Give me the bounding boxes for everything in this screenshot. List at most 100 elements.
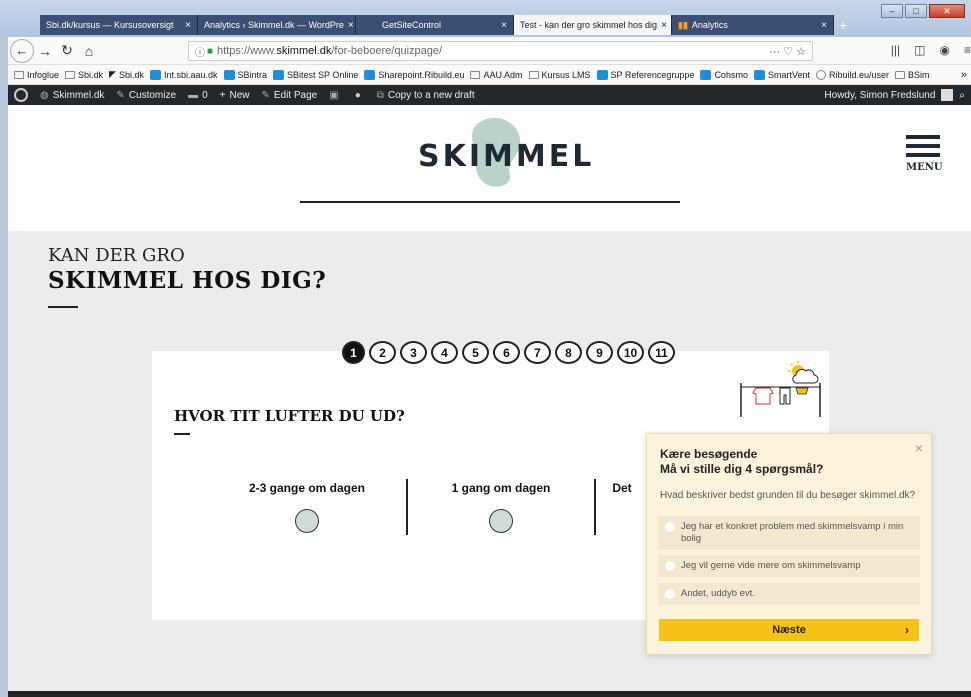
close-icon[interactable]: × <box>817 20 827 31</box>
quiz-step-indicator: 1 2 3 4 5 6 7 8 9 10 11 <box>342 341 675 364</box>
new-tab-button[interactable]: + <box>834 15 852 35</box>
info-icon[interactable]: ⓘ <box>195 44 205 59</box>
quiz-step[interactable]: 6 <box>493 341 520 364</box>
close-icon[interactable]: × <box>344 20 354 31</box>
wp-customize-link[interactable]: ✎ Customize <box>116 90 176 101</box>
answer-option[interactable]: Det <box>592 481 652 495</box>
url-bar[interactable]: ⓘ ■ https://www. skimmel.dk /for-beboere… <box>188 41 813 61</box>
bookmark-item[interactable]: Kursus LMS <box>528 70 591 80</box>
bookmark-item[interactable]: ◤ Sbi.dk <box>109 69 144 80</box>
survey-popup: × Kære besøgende Må vi stille dig 4 spør… <box>646 433 932 655</box>
minimize-button[interactable]: – <box>881 4 903 18</box>
hamburger-bar <box>906 153 940 157</box>
sbi-logo-icon: ◤ <box>109 69 116 79</box>
quiz-step[interactable]: 3 <box>400 341 427 364</box>
popup-question: Hvad beskriver bedst grunden til du besø… <box>660 490 916 501</box>
close-icon[interactable]: × <box>657 20 667 31</box>
hamburger-menu-icon[interactable]: ≡ <box>964 43 971 57</box>
avatar <box>941 89 954 101</box>
bookmark-item[interactable]: Infoglue <box>14 70 59 80</box>
answer-label: 2-3 gange om dagen <box>248 481 366 495</box>
bookmark-item[interactable]: SBintra <box>223 69 267 80</box>
popup-greeting: Kære besøgende Må vi stille dig 4 spørgs… <box>660 447 823 477</box>
wp-new-link[interactable]: + New <box>220 90 250 101</box>
site-logo[interactable]: SKIMMEL <box>418 139 594 174</box>
bookmark-item[interactable]: BSim <box>895 70 930 80</box>
window-close-button[interactable]: ✕ <box>929 4 965 18</box>
maximize-button[interactable]: □ <box>905 4 927 18</box>
brush-icon: ✎ <box>116 89 125 101</box>
wp-account[interactable]: Howdy, Simon Fredslund ⌕ <box>824 89 965 101</box>
page-kicker: KAN DER GRO <box>48 245 185 266</box>
sharepoint-icon <box>700 69 712 80</box>
quiz-step[interactable]: 5 <box>462 341 489 364</box>
sidebar-icon[interactable]: ◫ <box>914 43 925 57</box>
reload-icon[interactable]: ↻ <box>56 42 78 59</box>
tab-analytics[interactable]: ▮▮ Analytics × <box>672 15 834 35</box>
folder-icon <box>65 70 76 79</box>
close-icon[interactable]: × <box>181 20 191 31</box>
analytics-icon: ▮▮ <box>678 19 688 30</box>
quiz-step[interactable]: 9 <box>586 341 613 364</box>
popup-option[interactable]: Jeg har et konkret problem med skimmelsv… <box>658 516 920 550</box>
url-host: skimmel.dk <box>276 45 332 57</box>
wp-plugin-icon[interactable]: ▣ <box>329 90 342 101</box>
page-actions-icon[interactable]: ··· ♡ ☆ <box>769 45 806 58</box>
menu-button[interactable]: MENU <box>906 135 943 175</box>
quiz-step[interactable]: 8 <box>555 341 582 364</box>
bookmark-item[interactable]: Cohsmo <box>700 69 748 80</box>
wp-copy-draft-link[interactable]: ⧉ Copy to a new draft <box>377 90 475 101</box>
bookmark-item[interactable]: AAU Adm <box>470 70 523 80</box>
answer-option[interactable]: 2-3 gange om dagen <box>222 481 392 533</box>
wp-site-link[interactable]: ◍ Skimmel.dk <box>40 90 104 101</box>
back-arrow-icon[interactable]: ← <box>10 38 34 63</box>
bookmark-item[interactable]: SP Referencegruppe <box>596 69 694 80</box>
dot-icon: ● <box>354 89 361 101</box>
wp-edit-page-link[interactable]: ✎ Edit Page <box>261 90 317 101</box>
quiz-step[interactable]: 10 <box>617 341 644 364</box>
answer-radio[interactable] <box>489 509 513 533</box>
hamburger-menu-icon <box>906 135 940 139</box>
extension-icon[interactable]: ◉ <box>940 43 950 57</box>
url-prefix: https://www. <box>217 45 277 57</box>
bookmark-item[interactable]: SBitest SP Online <box>273 69 358 80</box>
laundry-weather-icon <box>740 361 821 417</box>
wp-comments-link[interactable]: ▬ 0 <box>188 90 208 101</box>
footer-strip <box>8 691 971 697</box>
bookmark-item[interactable]: Sbi.dk <box>65 70 103 80</box>
tab-sbi-kursus[interactable]: Sbi.dk/kursus — Kursusoversigt × <box>40 15 198 35</box>
forward-arrow-icon[interactable]: → <box>34 43 56 59</box>
wordpress-logo-icon[interactable] <box>14 88 28 102</box>
close-icon[interactable]: × <box>915 440 923 456</box>
popup-option[interactable]: Jeg vil gerne vide mere om skimmelsvamp <box>658 555 920 577</box>
tab-getsitecontrol[interactable]: GetSiteControl × <box>356 15 514 35</box>
bookmark-item[interactable]: SmartVent <box>753 69 810 80</box>
browser-titlebar: Sbi.dk/kursus — Kursusoversigt × Analyti… <box>0 0 971 37</box>
radio-button[interactable] <box>665 589 675 599</box>
popup-option[interactable]: Andet, uddyb evt. <box>658 583 920 605</box>
answer-radio[interactable] <box>295 509 319 533</box>
quiz-step[interactable]: 1 <box>342 341 365 364</box>
site-header: SKIMMEL MENU <box>8 105 971 231</box>
bookmark-item[interactable]: Sharepoint.Ribuild.eu <box>364 69 464 80</box>
bookmark-item[interactable]: Ribuild.eu/user <box>815 69 889 80</box>
quiz-step[interactable]: 7 <box>524 341 551 364</box>
answer-option[interactable]: 1 gang om dagen <box>416 481 586 533</box>
hamburger-bar <box>906 144 940 148</box>
home-icon[interactable]: ⌂ <box>78 43 100 59</box>
quiz-step[interactable]: 2 <box>369 341 396 364</box>
quiz-step[interactable]: 4 <box>431 341 458 364</box>
next-button[interactable]: Næste › <box>659 619 919 641</box>
globe-icon <box>815 69 826 80</box>
howdy-text: Howdy, Simon Fredslund <box>824 89 936 101</box>
bookmarks-overflow-icon[interactable]: » <box>961 69 967 81</box>
close-icon[interactable]: × <box>497 20 507 31</box>
tab-analytics-wordpress[interactable]: Analytics ‹ Skimmel.dk — WordPre × <box>198 15 356 35</box>
radio-button[interactable] <box>665 561 675 571</box>
search-icon[interactable]: ⌕ <box>959 90 965 101</box>
tab-quiz-active[interactable]: Test - kan der gro skimmel hos dig × <box>514 15 672 35</box>
bookmark-item[interactable]: Int.sbi.aau.dk <box>149 69 218 80</box>
library-icon[interactable]: ||| <box>891 43 900 57</box>
quiz-step[interactable]: 11 <box>648 341 675 364</box>
radio-button[interactable] <box>665 522 675 532</box>
